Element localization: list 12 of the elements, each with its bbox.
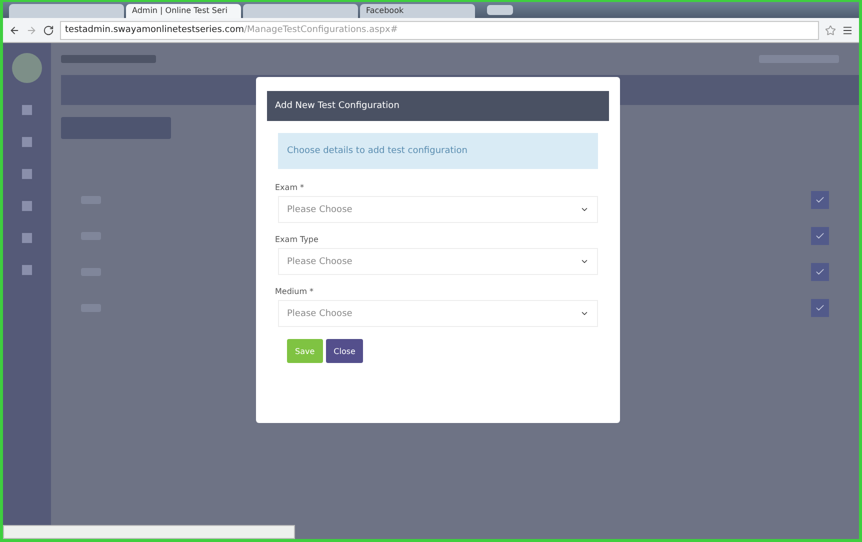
modal-title: Add New Test Configuration: [267, 91, 609, 121]
close-button[interactable]: Close: [326, 339, 364, 363]
select-field[interactable]: Please Choose: [278, 300, 598, 327]
info-message: Choose details to add test configuration: [278, 133, 598, 169]
address-bar[interactable]: testadmin.swayamonlinetestseries.com/ManageTestConfigurations.aspx#: [60, 20, 819, 40]
select-field[interactable]: Please Choose: [278, 248, 598, 275]
field-label: Medium *: [275, 287, 315, 296]
browser-tab[interactable]: Facebook: [360, 4, 475, 18]
field-label: Exam *: [275, 183, 306, 192]
browser-tab[interactable]: Admin | Online Test Seri: [126, 4, 241, 18]
field-label: Exam Type: [275, 235, 320, 244]
select-field[interactable]: Please Choose: [278, 196, 598, 223]
